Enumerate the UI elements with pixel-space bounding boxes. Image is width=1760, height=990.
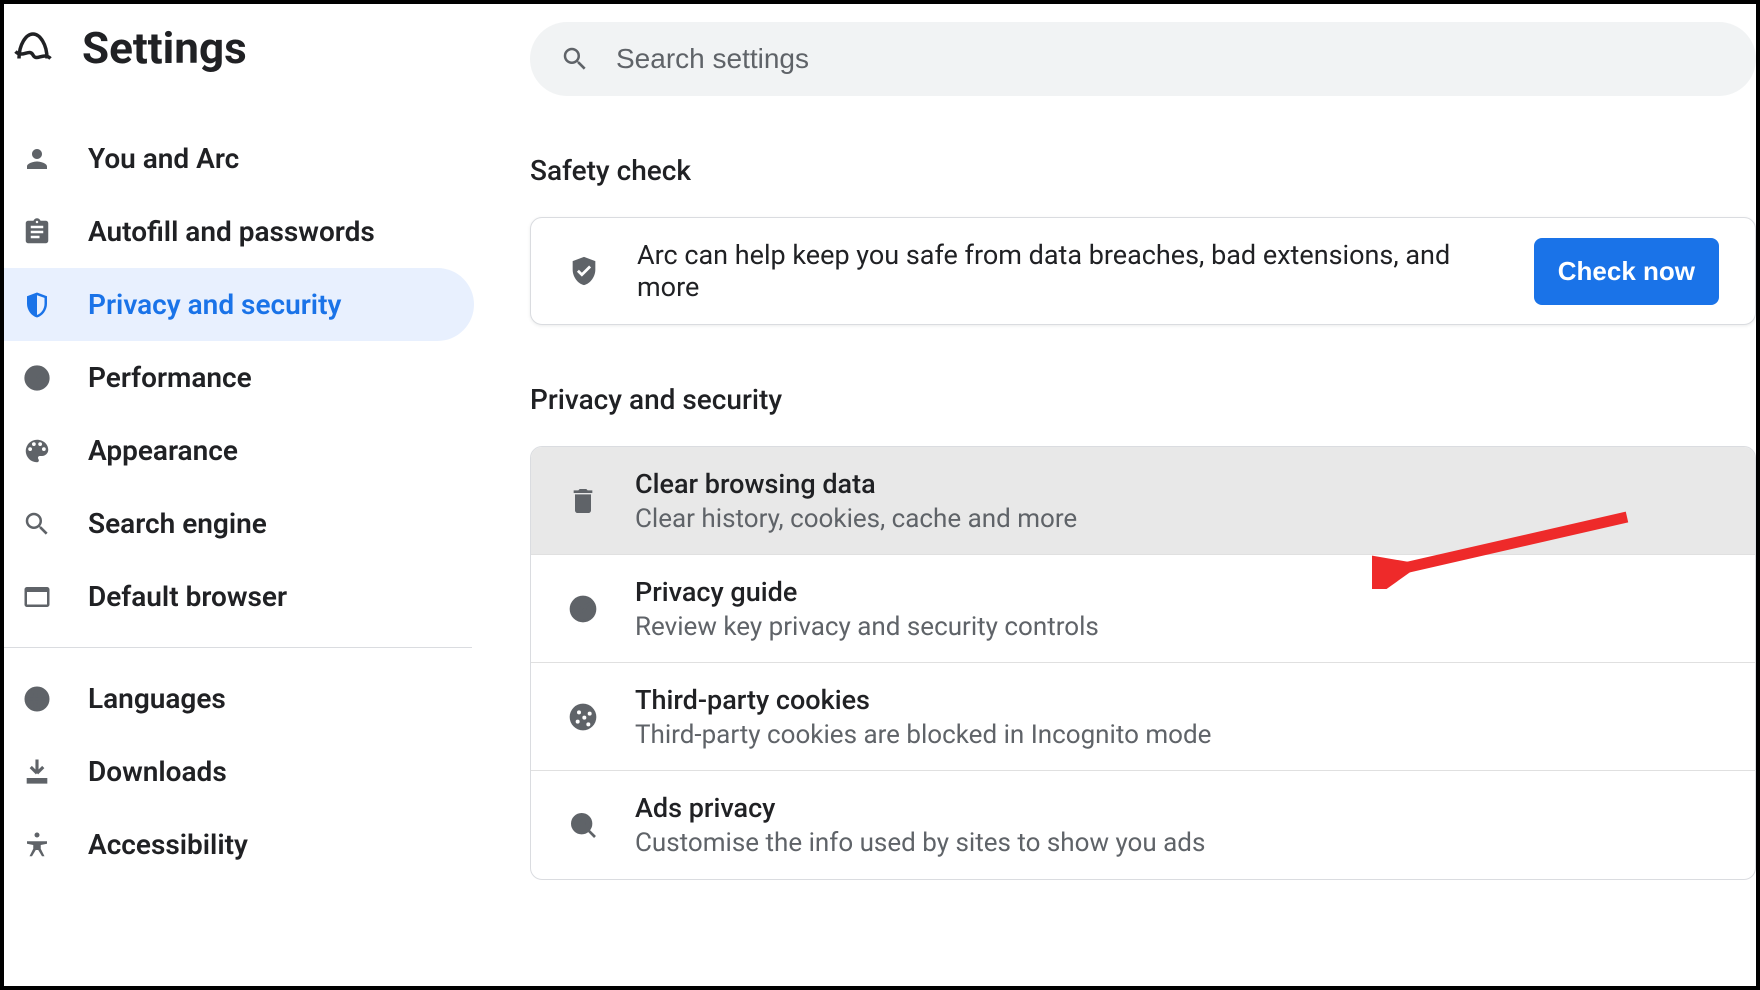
privacy-security-list: Clear browsing data Clear history, cooki… xyxy=(530,446,1756,880)
row-title: Privacy guide xyxy=(635,576,1099,608)
sidebar-item-label: Privacy and security xyxy=(88,288,341,321)
shield-check-icon xyxy=(567,254,601,288)
clipboard-icon xyxy=(22,217,52,247)
speedometer-icon xyxy=(22,363,52,393)
sidebar-item-autofill[interactable]: Autofill and passwords xyxy=(4,195,474,268)
trash-icon xyxy=(567,485,599,517)
sidebar-header: Settings xyxy=(4,22,482,74)
sidebar-item-privacy-security[interactable]: Privacy and security xyxy=(4,268,474,341)
row-subtitle: Third-party cookies are blocked in Incog… xyxy=(635,720,1211,750)
section-heading-privacy: Privacy and security xyxy=(530,383,1756,416)
search-input[interactable] xyxy=(616,43,1726,75)
sidebar-item-accessibility[interactable]: Accessibility xyxy=(4,808,474,881)
sidebar-item-label: Performance xyxy=(88,361,252,394)
row-title: Ads privacy xyxy=(635,792,1205,824)
safety-check-card: Arc can help keep you safe from data bre… xyxy=(530,217,1756,325)
ads-icon xyxy=(567,809,599,841)
sidebar-item-label: You and Arc xyxy=(88,142,239,175)
safety-check-row: Arc can help keep you safe from data bre… xyxy=(531,218,1755,324)
row-ads-privacy[interactable]: Ads privacy Customise the info used by s… xyxy=(531,771,1755,879)
row-subtitle: Customise the info used by sites to show… xyxy=(635,828,1205,858)
row-title: Third-party cookies xyxy=(635,684,1211,716)
sidebar-item-performance[interactable]: Performance xyxy=(4,341,474,414)
row-privacy-guide[interactable]: Privacy guide Review key privacy and sec… xyxy=(531,555,1755,663)
compass-icon xyxy=(567,593,599,625)
sidebar-item-you-and-arc[interactable]: You and Arc xyxy=(4,122,474,195)
page-title: Settings xyxy=(82,22,247,74)
palette-icon xyxy=(22,436,52,466)
row-subtitle: Clear history, cookies, cache and more xyxy=(635,504,1077,534)
safety-check-text: Arc can help keep you safe from data bre… xyxy=(637,239,1498,303)
row-third-party-cookies[interactable]: Third-party cookies Third-party cookies … xyxy=(531,663,1755,771)
nav-divider xyxy=(4,647,472,648)
section-heading-safety: Safety check xyxy=(530,154,1756,187)
sidebar-item-label: Appearance xyxy=(88,434,238,467)
sidebar: Settings You and Arc Autofill and passwo… xyxy=(4,4,482,986)
sidebar-item-languages[interactable]: Languages xyxy=(4,662,474,735)
sidebar-item-label: Search engine xyxy=(88,507,267,540)
sidebar-item-default-browser[interactable]: Default browser xyxy=(4,560,474,633)
sidebar-item-label: Languages xyxy=(88,682,226,715)
row-subtitle: Review key privacy and security controls xyxy=(635,612,1099,642)
globe-icon xyxy=(22,684,52,714)
row-clear-browsing-data[interactable]: Clear browsing data Clear history, cooki… xyxy=(531,447,1755,555)
accessibility-icon xyxy=(22,830,52,860)
search-bar[interactable] xyxy=(530,22,1756,96)
search-icon xyxy=(22,509,52,539)
row-title: Clear browsing data xyxy=(635,468,1077,500)
cookie-icon xyxy=(567,701,599,733)
nav-list: You and Arc Autofill and passwords Priva… xyxy=(4,122,482,881)
sidebar-item-appearance[interactable]: Appearance xyxy=(4,414,474,487)
sidebar-item-downloads[interactable]: Downloads xyxy=(4,735,474,808)
sidebar-item-search-engine[interactable]: Search engine xyxy=(4,487,474,560)
search-icon xyxy=(560,44,590,74)
person-icon xyxy=(22,144,52,174)
download-icon xyxy=(22,757,52,787)
sidebar-item-label: Downloads xyxy=(88,755,227,788)
arc-logo-icon xyxy=(12,27,54,69)
sidebar-item-label: Default browser xyxy=(88,580,287,613)
browser-icon xyxy=(22,582,52,612)
sidebar-item-label: Accessibility xyxy=(88,828,248,861)
sidebar-item-label: Autofill and passwords xyxy=(88,215,375,248)
shield-icon xyxy=(22,290,52,320)
check-now-button[interactable]: Check now xyxy=(1534,238,1719,305)
main-content: Safety check Arc can help keep you safe … xyxy=(482,4,1756,986)
